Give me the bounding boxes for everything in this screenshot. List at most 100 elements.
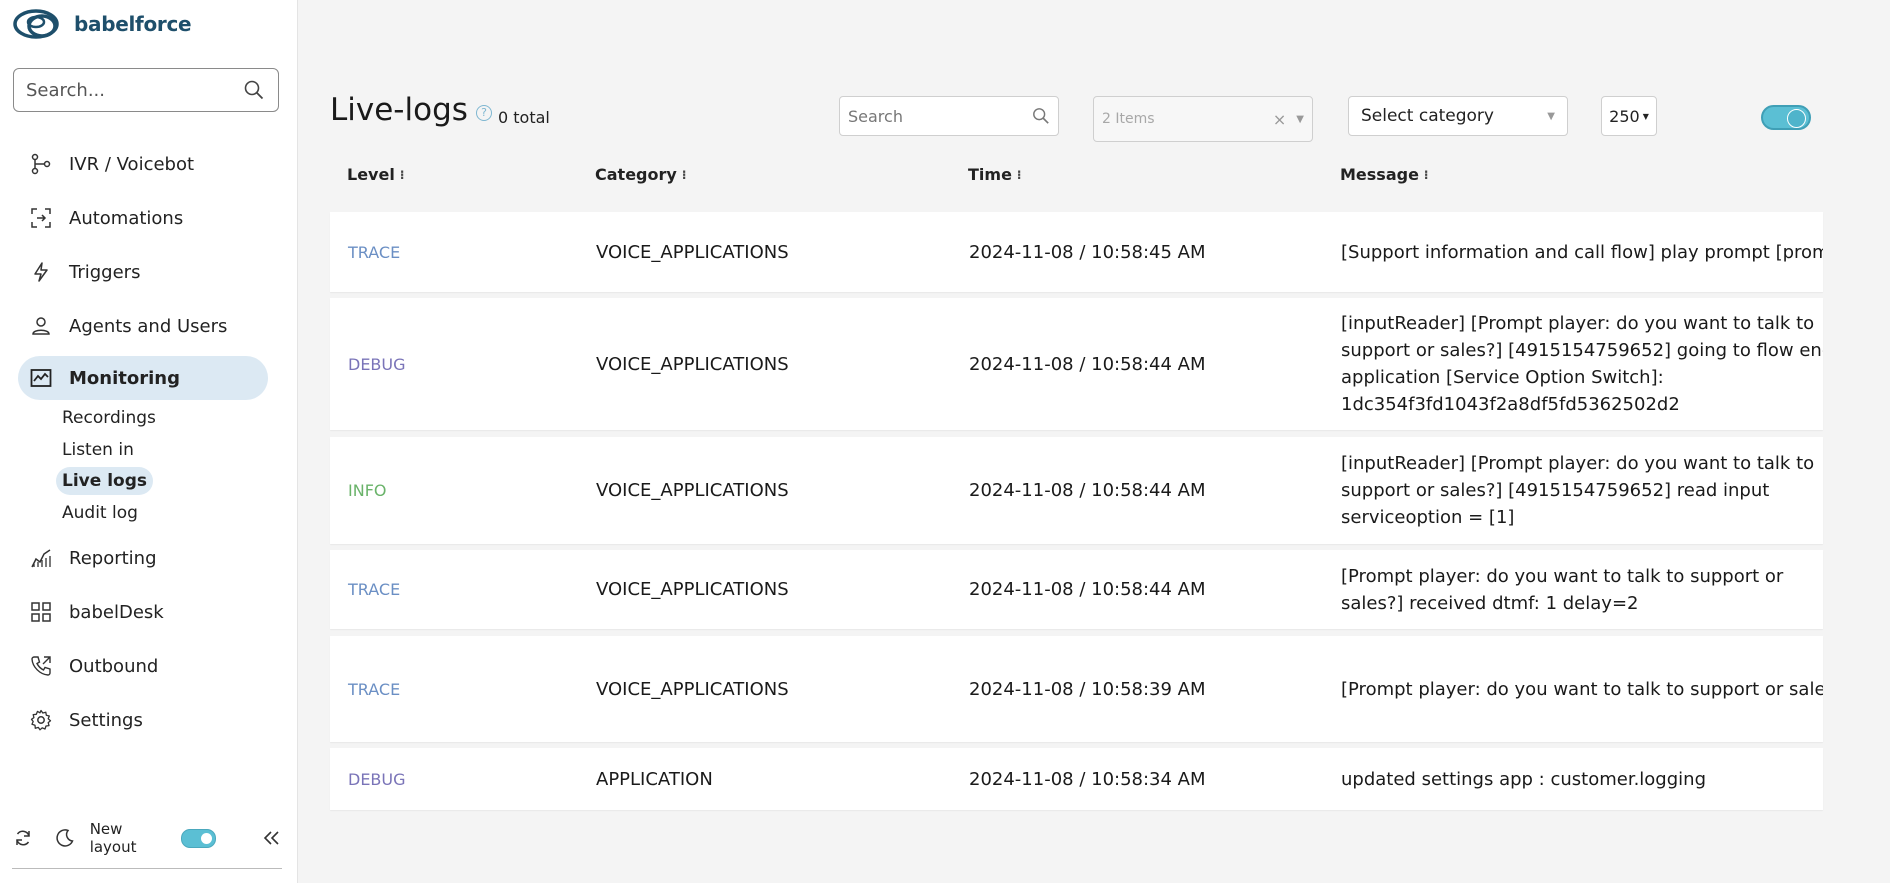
column-header-message[interactable]: Message ⁝ xyxy=(1340,165,1428,184)
lightning-icon xyxy=(29,260,53,284)
monitor-chart-icon xyxy=(29,366,53,390)
category-cell: VOICE_APPLICATIONS xyxy=(596,579,789,600)
time-cell: 2024-11-08 / 10:58:44 AM xyxy=(969,480,1206,501)
table-row[interactable]: TRACE VOICE_APPLICATIONS 2024-11-08 / 10… xyxy=(330,636,1823,742)
time-cell: 2024-11-08 / 10:58:34 AM xyxy=(969,768,1206,790)
user-icon xyxy=(29,314,53,338)
sidebar-item-label: babelDesk xyxy=(69,601,164,623)
sidebar-item-ivr-voicebot[interactable]: IVR / Voicebot xyxy=(18,142,268,186)
level-filter-value: 2 Items xyxy=(1102,111,1155,127)
time-cell: 2024-11-08 / 10:58:44 AM xyxy=(969,579,1206,600)
level-cell: DEBUG xyxy=(348,769,406,789)
log-search-placeholder: Search xyxy=(848,106,903,126)
sidebar-item-monitoring[interactable]: Monitoring xyxy=(18,356,268,400)
column-header-category[interactable]: Category ⁝ xyxy=(595,165,686,184)
sidebar-item-babeldesk[interactable]: babelDesk xyxy=(18,590,268,634)
time-cell: 2024-11-08 / 10:58:45 AM xyxy=(969,241,1206,263)
sidebar-item-label: Reporting xyxy=(69,547,157,569)
level-cell: TRACE xyxy=(348,580,401,599)
level-cell: DEBUG xyxy=(348,354,406,374)
caret-down-icon: ▼ xyxy=(1642,111,1649,121)
message-cell: [Prompt player: do you want to talk to s… xyxy=(1341,678,1823,700)
column-label: Level xyxy=(347,165,395,184)
help-icon[interactable]: ? xyxy=(476,105,492,121)
message-cell: [Prompt player: do you want to talk to s… xyxy=(1341,565,1784,614)
new-layout-label: New layout xyxy=(89,820,137,856)
log-search-input[interactable]: Search xyxy=(839,96,1059,136)
sidebar-item-triggers[interactable]: Triggers xyxy=(18,250,268,294)
sidebar-subitem-live-logs[interactable]: Live logs xyxy=(56,467,153,495)
sidebar-item-label: Triggers xyxy=(69,261,141,283)
babelforce-logo-icon xyxy=(13,9,59,39)
sidebar-subitem-listen-in[interactable]: Listen in xyxy=(56,436,140,464)
table-row[interactable]: DEBUG VOICE_APPLICATIONS 2024-11-08 / 10… xyxy=(330,298,1823,430)
sidebar-item-settings[interactable]: Settings xyxy=(18,698,268,742)
sidebar-item-reporting[interactable]: Reporting xyxy=(18,536,268,580)
refresh-icon[interactable] xyxy=(12,827,34,849)
chevron-down-icon: ▼ xyxy=(1296,113,1304,125)
table-row[interactable]: TRACE VOICE_APPLICATIONS 2024-11-08 / 10… xyxy=(330,212,1823,292)
level-filter-select[interactable]: 2 Items × ▼ xyxy=(1093,96,1313,142)
sidebar-subitem-audit-log[interactable]: Audit log xyxy=(56,499,144,527)
collapse-sidebar-icon[interactable] xyxy=(260,827,282,849)
sidebar-item-label: Automations xyxy=(69,207,184,229)
sidebar-item-outbound[interactable]: Outbound xyxy=(18,644,268,688)
category-cell: VOICE_APPLICATIONS xyxy=(596,353,789,375)
message-cell: updated settings app : customer.logging xyxy=(1341,768,1706,790)
table-row[interactable]: DEBUG APPLICATION 2024-11-08 / 10:58:34 … xyxy=(330,748,1823,810)
category-cell: VOICE_APPLICATIONS xyxy=(596,241,789,263)
sidebar-footer: New layout xyxy=(12,820,282,856)
category-placeholder: Select category xyxy=(1361,106,1494,126)
table-row[interactable]: INFO VOICE_APPLICATIONS 2024-11-08 / 10:… xyxy=(330,437,1823,544)
level-cell: TRACE xyxy=(348,679,401,699)
table-header: Level ⁝ Category ⁝ Time ⁝ Message ⁝ xyxy=(330,165,1890,191)
sidebar-subitem-recordings[interactable]: Recordings xyxy=(56,404,162,432)
automation-icon xyxy=(29,206,53,230)
sidebar-search-input[interactable]: Search... xyxy=(13,68,279,112)
category-cell: VOICE_APPLICATIONS xyxy=(596,678,789,700)
sidebar-search-placeholder: Search... xyxy=(26,79,106,101)
table-row[interactable]: TRACE VOICE_APPLICATIONS 2024-11-08 / 10… xyxy=(330,550,1823,629)
message-cell: [inputReader] [Prompt player: do you wan… xyxy=(1341,313,1823,415)
level-cell: INFO xyxy=(348,481,387,500)
category-cell: APPLICATION xyxy=(596,768,713,790)
logo[interactable]: babelforce xyxy=(12,5,192,43)
page-size-select[interactable]: 250 ▼ xyxy=(1601,96,1657,136)
search-icon xyxy=(244,80,264,100)
sidebar-item-label: Outbound xyxy=(69,655,159,677)
sort-icon: ⁝ xyxy=(1016,167,1022,182)
time-cell: 2024-11-08 / 10:58:39 AM xyxy=(969,678,1206,700)
message-cell: [Support information and call flow] play… xyxy=(1341,241,1823,263)
page-size-value: 250 xyxy=(1609,106,1640,126)
time-cell: 2024-11-08 / 10:58:44 AM xyxy=(969,353,1206,375)
sidebar-item-label: IVR / Voicebot xyxy=(69,153,195,175)
sidebar-item-agents-and-users[interactable]: Agents and Users xyxy=(18,304,268,348)
page-title: Live-logs xyxy=(330,92,468,128)
column-header-time[interactable]: Time ⁝ xyxy=(968,165,1021,184)
sidebar: babelforce Search... IVR / Voicebot Auto… xyxy=(0,0,298,883)
reporting-chart-icon xyxy=(29,546,53,570)
footer-divider xyxy=(12,868,282,869)
gear-icon xyxy=(29,708,53,732)
search-icon xyxy=(1033,108,1049,124)
sidebar-item-label: Agents and Users xyxy=(69,315,228,337)
category-select[interactable]: Select category ▼ xyxy=(1348,96,1568,136)
sidebar-item-label: Monitoring xyxy=(69,367,180,389)
live-toggle[interactable] xyxy=(1761,105,1811,130)
clear-icon[interactable]: × xyxy=(1273,110,1286,129)
sort-icon: ⁝ xyxy=(1423,167,1429,182)
message-cell: [inputReader] [Prompt player: do you wan… xyxy=(1341,453,1815,528)
sort-icon: ⁝ xyxy=(399,167,405,182)
dark-mode-moon-icon[interactable] xyxy=(54,827,76,849)
phone-outbound-icon xyxy=(29,654,53,678)
sidebar-item-automations[interactable]: Automations xyxy=(18,196,268,240)
category-cell: VOICE_APPLICATIONS xyxy=(596,480,789,501)
logo-text: babelforce xyxy=(74,12,192,36)
column-label: Message xyxy=(1340,165,1419,184)
flow-icon xyxy=(29,152,53,176)
new-layout-toggle[interactable] xyxy=(181,828,217,848)
sidebar-item-label: Settings xyxy=(69,709,143,731)
column-header-level[interactable]: Level ⁝ xyxy=(347,165,404,184)
level-cell: TRACE xyxy=(348,242,401,262)
total-count: 0 total xyxy=(498,108,550,127)
